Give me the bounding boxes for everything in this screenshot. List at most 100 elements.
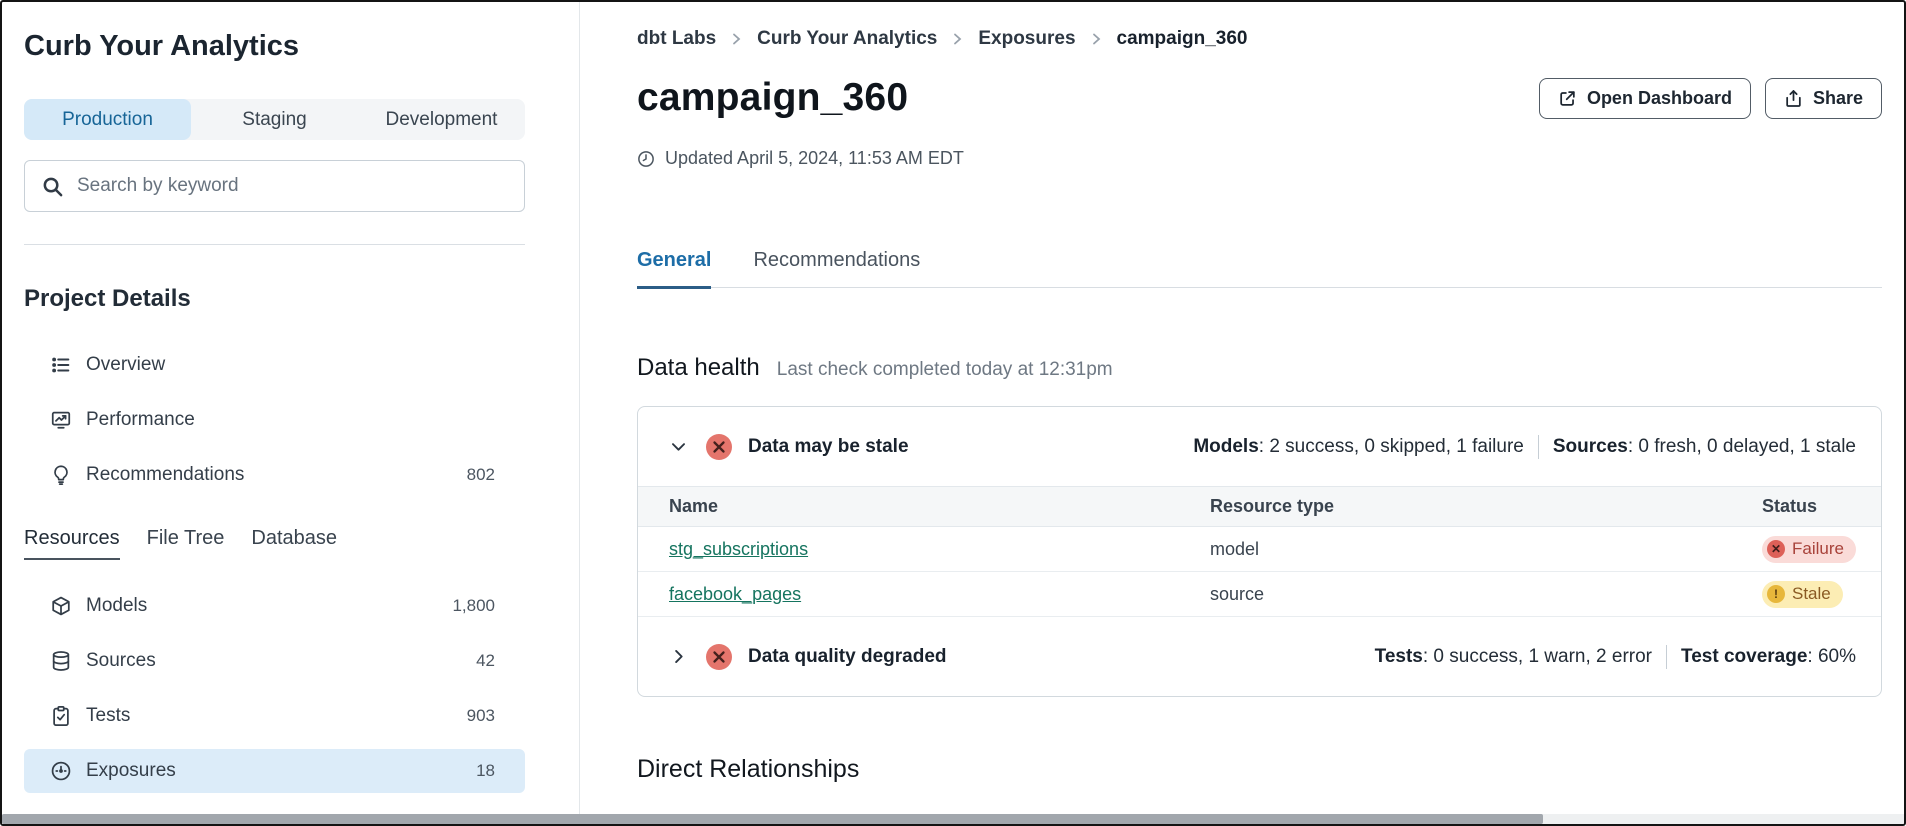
tests-stat: Tests: 0 success, 1 warn, 2 error <box>1375 646 1652 668</box>
status-badge: ✕ Failure <box>1762 536 1856 563</box>
breadcrumb-account[interactable]: dbt Labs <box>637 28 716 50</box>
open-dashboard-label: Open Dashboard <box>1587 88 1732 109</box>
sidebar-item-label: Overview <box>86 354 165 376</box>
scrollbar-thumb[interactable] <box>2 814 1543 824</box>
status-badge-label: Stale <box>1792 584 1831 604</box>
column-header-name: Name <box>638 487 1210 527</box>
stale-section-header: Data may be stale Models: 2 success, 0 s… <box>638 407 1881 486</box>
clipboard-check-icon <box>50 705 73 728</box>
sidebar-item-overview[interactable]: Overview <box>24 343 525 387</box>
breadcrumb-current: campaign_360 <box>1117 28 1248 50</box>
external-link-icon <box>1558 89 1577 108</box>
quality-section-stats: Tests: 0 success, 1 warn, 2 error Test c… <box>1375 645 1856 669</box>
stat-divider <box>1538 435 1539 459</box>
data-health-card: Data may be stale Models: 2 success, 0 s… <box>637 406 1882 697</box>
page-title: campaign_360 <box>637 76 908 120</box>
resource-type-cell: model <box>1210 527 1762 572</box>
quality-section-header: Data quality degraded Tests: 0 success, … <box>638 617 1881 696</box>
breadcrumb: dbt Labs Curb Your Analytics Exposures c… <box>637 28 1882 50</box>
sidebar-item-sources[interactable]: Sources 42 <box>24 639 525 683</box>
env-tab-development[interactable]: Development <box>358 99 525 140</box>
column-header-status: Status <box>1762 487 1881 527</box>
chevron-right-icon <box>952 32 963 46</box>
status-badge: ! Stale <box>1762 581 1843 608</box>
tab-resources[interactable]: Resources <box>24 527 120 560</box>
cube-icon <box>50 595 73 618</box>
table-row: stg_subscriptions model ✕ Failure <box>638 527 1881 572</box>
x-circle-icon: ✕ <box>1767 540 1785 558</box>
env-tab-production[interactable]: Production <box>24 99 191 140</box>
environment-tabs: Production Staging Development <box>24 99 525 140</box>
stat-divider <box>1666 645 1667 669</box>
tab-database[interactable]: Database <box>251 527 337 560</box>
app-window: Curb Your Analytics Production Staging D… <box>0 0 1906 826</box>
sidebar-item-label: Models <box>86 595 147 617</box>
sidebar-divider <box>24 244 525 245</box>
error-x-circle-icon <box>705 643 733 671</box>
project-title: Curb Your Analytics <box>24 30 525 63</box>
sidebar-item-recommendations[interactable]: Recommendations 802 <box>24 453 525 497</box>
gauge-icon <box>50 760 73 783</box>
item-count: 903 <box>467 706 495 726</box>
sidebar-item-label: Exposures <box>86 760 176 782</box>
project-details-heading: Project Details <box>24 285 525 313</box>
updated-timestamp: Updated April 5, 2024, 11:53 AM EDT <box>637 148 1882 169</box>
stale-resources-table: Name Resource type Status stg_subscripti… <box>638 486 1881 617</box>
item-count: 42 <box>476 651 495 671</box>
item-count: 802 <box>467 465 495 485</box>
search-box[interactable] <box>24 160 525 212</box>
sidebar: Curb Your Analytics Production Staging D… <box>2 2 580 824</box>
tab-general[interactable]: General <box>637 249 711 289</box>
sidebar-item-models[interactable]: Models 1,800 <box>24 584 525 628</box>
error-x-circle-icon <box>705 433 733 461</box>
updated-text: Updated April 5, 2024, 11:53 AM EDT <box>665 148 964 169</box>
item-count: 18 <box>476 761 495 781</box>
share-icon <box>1784 89 1803 108</box>
resource-link[interactable]: facebook_pages <box>669 584 801 604</box>
share-button[interactable]: Share <box>1765 78 1882 119</box>
share-label: Share <box>1813 88 1863 109</box>
sidebar-item-label: Sources <box>86 650 156 672</box>
open-dashboard-button[interactable]: Open Dashboard <box>1539 78 1751 119</box>
lightbulb-icon <box>50 464 73 487</box>
resource-type-cell: source <box>1210 572 1762 617</box>
sidebar-item-label: Recommendations <box>86 464 244 486</box>
stale-section-stats: Models: 2 success, 0 skipped, 1 failure … <box>1193 435 1856 459</box>
list-icon <box>50 354 73 377</box>
data-health-heading: Data health <box>637 354 760 382</box>
env-tab-staging[interactable]: Staging <box>191 99 358 140</box>
item-count: 1,800 <box>452 596 495 616</box>
detail-tabs: General Recommendations <box>637 249 1882 288</box>
breadcrumb-project[interactable]: Curb Your Analytics <box>757 28 937 50</box>
chevron-right-icon <box>1091 32 1102 46</box>
main-content: dbt Labs Curb Your Analytics Exposures c… <box>580 2 1904 824</box>
tab-recommendations[interactable]: Recommendations <box>753 249 920 289</box>
sidebar-item-performance[interactable]: Performance <box>24 398 525 442</box>
expand-chevron-right-icon[interactable] <box>669 647 688 666</box>
sidebar-item-exposures[interactable]: Exposures 18 <box>24 749 525 793</box>
collapse-chevron-down-icon[interactable] <box>669 437 688 456</box>
tab-file-tree[interactable]: File Tree <box>147 527 225 560</box>
performance-chart-icon <box>50 409 73 432</box>
status-badge-label: Failure <box>1792 539 1844 559</box>
chevron-right-icon <box>731 32 742 46</box>
clock-icon <box>637 150 655 168</box>
breadcrumb-exposures[interactable]: Exposures <box>978 28 1075 50</box>
resource-link[interactable]: stg_subscriptions <box>669 539 808 559</box>
sidebar-item-label: Performance <box>86 409 195 431</box>
horizontal-scrollbar[interactable] <box>2 814 1904 824</box>
warning-circle-icon: ! <box>1767 585 1785 603</box>
sidebar-item-tests[interactable]: Tests 903 <box>24 694 525 738</box>
search-input[interactable] <box>77 175 508 197</box>
page-actions: Open Dashboard Share <box>1539 78 1882 119</box>
quality-section-title: Data quality degraded <box>748 646 947 668</box>
search-icon <box>41 175 77 198</box>
test-coverage-stat: Test coverage: 60% <box>1681 646 1856 668</box>
sidebar-item-label: Tests <box>86 705 130 727</box>
table-row: facebook_pages source ! Stale <box>638 572 1881 617</box>
stale-section-title: Data may be stale <box>748 436 909 458</box>
column-header-resource-type: Resource type <box>1210 487 1762 527</box>
resource-view-tabs: Resources File Tree Database <box>24 527 525 560</box>
database-icon <box>50 650 73 673</box>
direct-relationships-heading: Direct Relationships <box>637 755 1882 784</box>
